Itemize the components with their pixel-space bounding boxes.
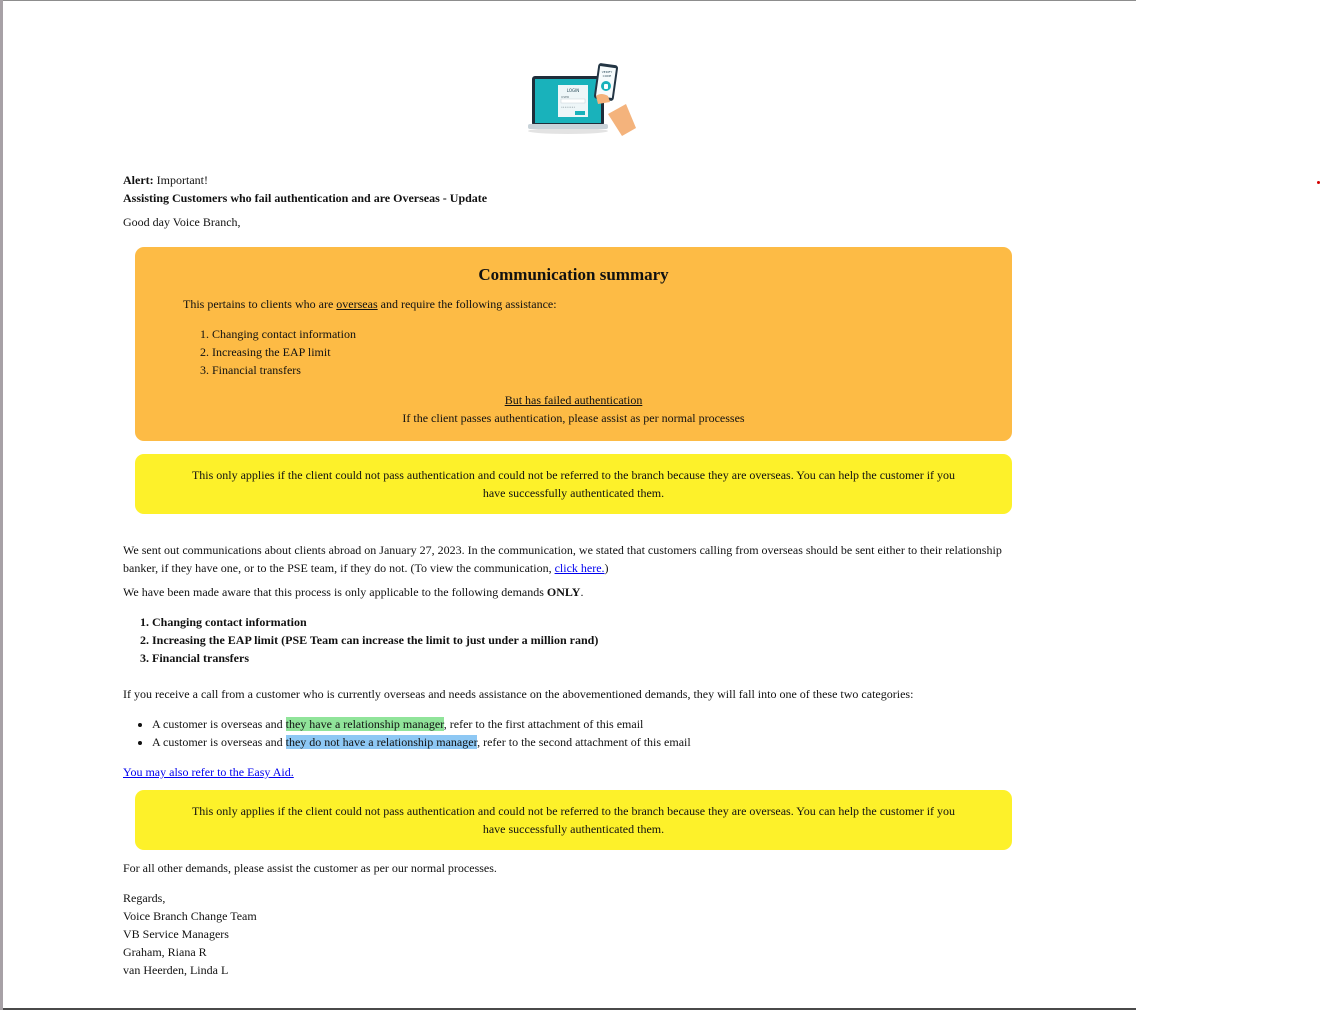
list-item: Increasing the EAP limit xyxy=(212,343,356,361)
only-emphasis: ONLY xyxy=(546,585,581,599)
notice-text: This only applies if the client could no… xyxy=(191,468,956,500)
email-subject: Assisting Customers who fail authenticat… xyxy=(123,191,488,205)
demands-list: Changing contact information Increasing … xyxy=(123,613,598,667)
has-relationship-manager-highlight: they have a relationship manager xyxy=(285,717,444,731)
failed-authentication-note: But has failed authentication xyxy=(504,393,643,407)
list-item: A customer is overseas and they do not h… xyxy=(152,733,691,751)
signature-line: Voice Branch Change Team xyxy=(123,909,257,923)
password-mask: •••••••• xyxy=(561,105,575,109)
window-left-border xyxy=(0,0,3,1010)
authentication-notice-box: This only applies if the client could no… xyxy=(135,790,1012,850)
summary-title: Communication summary xyxy=(478,265,669,284)
authentication-notice-box: This only applies if the client could no… xyxy=(135,454,1012,514)
alert-line: Alert: Important! xyxy=(123,171,1013,189)
signature-line: Regards, xyxy=(123,891,166,905)
list-item: Increasing the EAP limit (PSE Team can i… xyxy=(152,631,598,649)
phone-label-code: CODE xyxy=(603,74,612,78)
alert-text: Important! xyxy=(153,173,208,187)
easy-aid-link[interactable]: You may also refer to the Easy Aid. xyxy=(123,765,294,779)
overseas-underlined: overseas xyxy=(336,297,378,311)
communication-summary-box: Communication summary This pertains to c… xyxy=(135,247,1012,441)
summary-list: Changing contact information Increasing … xyxy=(183,325,356,379)
red-dot-marker xyxy=(1317,181,1320,184)
greeting: Good day Voice Branch, xyxy=(123,215,241,229)
easy-aid-line: You may also refer to the Easy Aid. xyxy=(123,763,1013,781)
signature-line: van Heerden, Linda L xyxy=(123,963,229,977)
list-item: Changing contact information xyxy=(152,613,598,631)
body-paragraph-1: We sent out communications about clients… xyxy=(123,543,1002,575)
email-header: Alert: Important! Assisting Customers wh… xyxy=(123,171,1013,231)
login-label: LOGIN xyxy=(567,88,580,93)
passes-authentication-note: If the client passes authentication, ple… xyxy=(402,411,745,425)
list-item: Changing contact information xyxy=(212,325,356,343)
signature: Regards, Voice Branch Change Team VB Ser… xyxy=(123,889,1013,979)
body-paragraph-3: If you receive a call from a customer wh… xyxy=(123,687,914,701)
list-item: A customer is overseas and they have a r… xyxy=(152,715,691,733)
body-paragraph-2: We have been made aware that this proces… xyxy=(123,585,584,599)
body-paragraph-4: For all other demands, please assist the… xyxy=(123,861,497,875)
list-item: Financial transfers xyxy=(212,361,356,379)
signature-line: Graham, Riana R xyxy=(123,945,207,959)
summary-intro: This pertains to clients who are oversea… xyxy=(183,297,557,311)
category-bullets: A customer is overseas and they have a r… xyxy=(123,715,691,751)
notice-text: This only applies if the client could no… xyxy=(191,804,956,836)
user-label: USER xyxy=(561,95,569,99)
no-relationship-manager-highlight: they do not have a relationship manager xyxy=(285,735,478,749)
signature-line: VB Service Managers xyxy=(123,927,229,941)
laptop-login-illustration-icon: LOGIN USER •••••••• VERIFY CODE xyxy=(528,63,636,136)
list-item: Financial transfers xyxy=(152,649,598,667)
click-here-link[interactable]: click here. xyxy=(555,561,605,575)
window-top-border xyxy=(3,0,1136,1)
alert-label: Alert: xyxy=(123,173,154,187)
